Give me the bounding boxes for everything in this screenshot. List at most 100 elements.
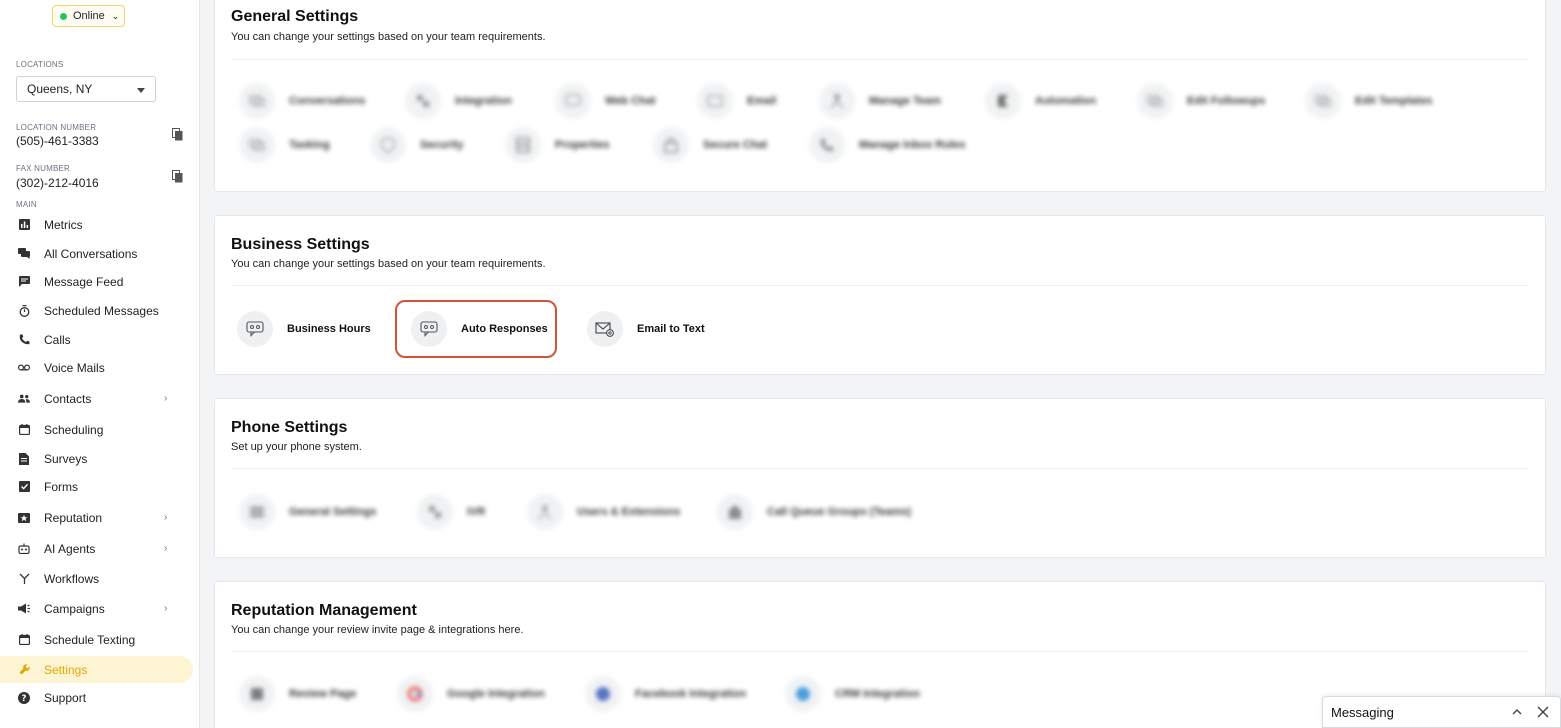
- settings-item-integration[interactable]: Integration: [405, 83, 512, 119]
- divider: [231, 468, 1529, 469]
- settings-item-facebook-integration[interactable]: Facebook Integration: [585, 676, 746, 712]
- messaging-widget[interactable]: Messaging: [1322, 696, 1561, 728]
- settings-item-manage-inbox-rules[interactable]: Manage Inbox Rules: [809, 127, 965, 163]
- templates-icon: [1305, 83, 1341, 119]
- status-dropdown[interactable]: Online ⌄: [52, 5, 125, 27]
- settings-item-web-chat[interactable]: Web Chat: [555, 83, 656, 119]
- sidebar-item-label: Voice Mails: [44, 360, 105, 375]
- sidebar-item-label: Scheduled Messages: [44, 303, 159, 318]
- chevron-down-icon: ⌄: [111, 10, 120, 21]
- forum-icon: [18, 248, 30, 260]
- voicemail-icon: [18, 362, 30, 374]
- sidebar-item-contacts[interactable]: Contacts ›: [0, 385, 193, 412]
- sidebar-item-label: AI Agents: [44, 541, 96, 556]
- settings-item-google-integration[interactable]: Google Integration: [397, 676, 545, 712]
- chevron-right-icon: ›: [164, 603, 168, 614]
- settings-item-secure-chat[interactable]: Secure Chat: [653, 127, 767, 163]
- wrench-icon: [18, 664, 30, 676]
- settings-item-manage-team[interactable]: Manage Team: [819, 83, 941, 119]
- location-number-label: LOCATION NUMBER: [16, 123, 97, 132]
- facebook-icon: [585, 676, 621, 712]
- ivr-icon: [417, 494, 453, 530]
- email-to-text-label: Email to Text: [637, 323, 705, 335]
- sidebar: Online ⌄ LOCATIONS Queens, NY LOCATION N…: [0, 0, 200, 728]
- settings-item-tasking[interactable]: Tasking: [239, 127, 330, 163]
- business-hours-item[interactable]: Business Hours: [237, 311, 371, 347]
- sidebar-item-message-feed[interactable]: Message Feed: [0, 268, 193, 295]
- sidebar-item-ai-agents[interactable]: AI Agents ›: [0, 535, 193, 562]
- sidebar-item-scheduling[interactable]: Scheduling: [0, 416, 193, 443]
- settings-item-properties[interactable]: Properties: [505, 127, 609, 163]
- workflow-icon: [18, 573, 30, 585]
- email-icon: [697, 83, 733, 119]
- settings-item-edit-templates[interactable]: Edit Templates: [1305, 83, 1432, 119]
- sidebar-item-surveys[interactable]: Surveys: [0, 445, 193, 472]
- settings-item-email[interactable]: Email: [697, 83, 776, 119]
- email-at-icon: [587, 311, 623, 347]
- bar-chart-icon: [18, 219, 30, 231]
- sidebar-item-scheduled-messages[interactable]: Scheduled Messages: [0, 297, 193, 324]
- sidebar-item-label: Campaigns: [44, 601, 105, 616]
- sidebar-item-label: Workflows: [44, 571, 100, 586]
- close-icon[interactable]: [1536, 705, 1550, 719]
- sidebar-item-reputation[interactable]: Reputation ›: [0, 504, 193, 531]
- phone-settings-subtitle: Set up your phone system.: [231, 441, 362, 453]
- sidebar-item-all-conversations[interactable]: All Conversations: [0, 240, 193, 267]
- sidebar-item-support[interactable]: ? Support: [0, 684, 193, 711]
- settings-item-conversations[interactable]: Conversations: [239, 83, 365, 119]
- general-settings-subtitle: You can change your settings based on yo…: [231, 31, 546, 43]
- settings-item-users-extensions[interactable]: Users & Extensions: [527, 494, 680, 530]
- properties-icon: [505, 127, 541, 163]
- location-select[interactable]: Queens, NY: [16, 76, 156, 102]
- sidebar-item-calls[interactable]: Calls: [0, 326, 193, 353]
- sidebar-item-label: Message Feed: [44, 274, 124, 289]
- fax-number: (302)-212-4016: [16, 176, 99, 190]
- integration-icon: [405, 83, 441, 119]
- sidebar-item-label: Forms: [44, 479, 78, 494]
- divider: [231, 59, 1529, 60]
- settings-item-general-settings[interactable]: General Settings: [239, 494, 376, 530]
- settings-item-edit-followups[interactable]: Edit Followups: [1137, 83, 1265, 119]
- team-icon: [819, 83, 855, 119]
- sidebar-item-settings[interactable]: Settings: [0, 656, 193, 683]
- messaging-label: Messaging: [1331, 704, 1394, 720]
- auto-responses-highlight: [395, 300, 557, 358]
- sidebar-item-metrics[interactable]: Metrics: [0, 211, 193, 238]
- sidebar-item-voice-mails[interactable]: Voice Mails: [0, 354, 193, 381]
- sidebar-item-label: Metrics: [44, 217, 83, 232]
- shield-icon: [370, 127, 406, 163]
- chevron-up-icon[interactable]: [1510, 705, 1524, 719]
- settings-item-call-queue-groups[interactable]: Call Queue Groups (Teams): [717, 494, 911, 530]
- robot-icon: [18, 543, 30, 555]
- campaign-icon: [18, 603, 30, 615]
- sidebar-item-label: Reputation: [44, 510, 103, 525]
- conversations-icon: [239, 83, 275, 119]
- settings-item-crm-integration[interactable]: CRM Integration: [785, 676, 920, 712]
- google-icon: [397, 676, 433, 712]
- settings-item-ivr[interactable]: IVR: [417, 494, 485, 530]
- sidebar-item-label: Support: [44, 690, 87, 705]
- sidebar-item-forms[interactable]: Forms: [0, 473, 193, 500]
- locations-label: LOCATIONS: [16, 60, 64, 69]
- checkbox-icon: [18, 481, 30, 493]
- settings-item-automation[interactable]: Automation: [985, 83, 1096, 119]
- sidebar-item-campaigns[interactable]: Campaigns ›: [0, 595, 193, 622]
- copy-icon[interactable]: [172, 128, 183, 141]
- location-value: Queens, NY: [27, 82, 93, 96]
- document-icon: [18, 452, 30, 465]
- help-icon: ?: [18, 691, 30, 704]
- settings-item-security[interactable]: Security: [370, 127, 463, 163]
- settings-item-review-page[interactable]: Review Page: [239, 676, 356, 712]
- email-to-text-item[interactable]: Email to Text: [587, 311, 705, 347]
- sidebar-item-label: Settings: [44, 662, 88, 677]
- location-number: (505)-461-3383: [16, 134, 99, 148]
- copy-icon[interactable]: [172, 170, 183, 183]
- divider: [231, 285, 1529, 286]
- svg-text:?: ?: [22, 694, 27, 704]
- business-settings-title: Business Settings: [231, 236, 370, 253]
- sidebar-item-schedule-texting[interactable]: Schedule Texting: [0, 626, 193, 653]
- people-icon: [18, 393, 30, 405]
- lock-icon: [653, 127, 689, 163]
- phone-icon: [18, 334, 30, 346]
- sidebar-item-workflows[interactable]: Workflows: [0, 565, 193, 592]
